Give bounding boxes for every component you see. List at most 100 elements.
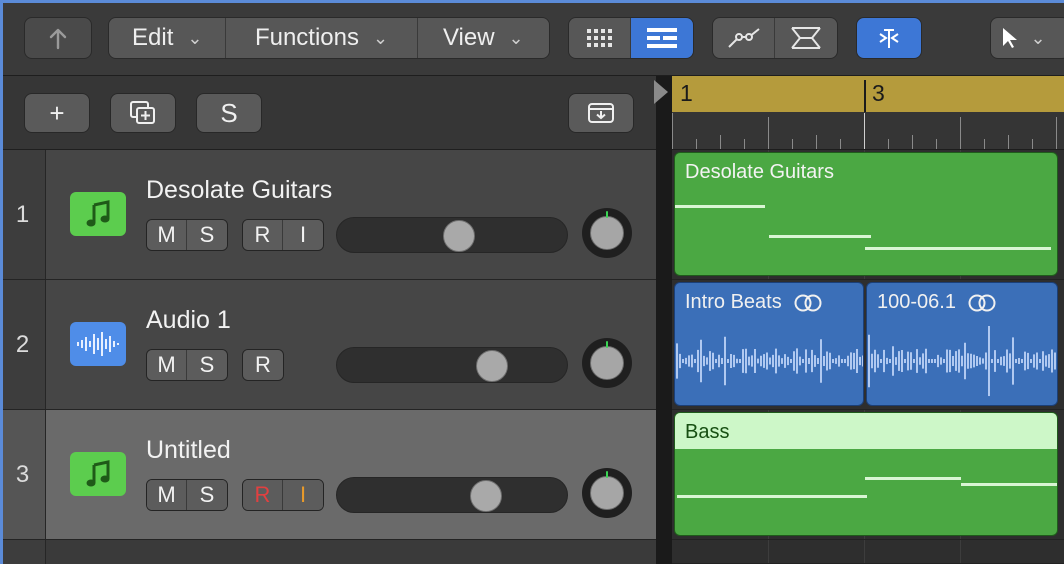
midi-note — [865, 477, 961, 480]
track-icon[interactable] — [70, 452, 126, 496]
pointer-arrow-icon — [1003, 28, 1018, 48]
add-track-button[interactable]: + — [24, 93, 90, 133]
track-lane-1[interactable]: Desolate Guitars — [672, 150, 1064, 280]
solo-button[interactable]: S — [187, 480, 227, 510]
pointer-tool-menu[interactable]: ⌄ — [990, 17, 1064, 59]
midi-note — [961, 483, 1057, 486]
ruler-tick — [1008, 135, 1009, 149]
playhead-marker[interactable] — [654, 80, 668, 104]
track-name[interactable]: Untitled — [146, 436, 231, 465]
chevron-down-icon: ⌄ — [373, 27, 389, 48]
region-header — [675, 413, 1057, 449]
input-monitor-button[interactable]: I — [283, 220, 323, 250]
track-name[interactable]: Desolate Guitars — [146, 176, 332, 205]
track-number: 1 — [0, 150, 46, 279]
track-row-1[interactable]: 1 Desolate Guitars M S R I — [0, 150, 656, 280]
duplicate-track-button[interactable] — [110, 93, 176, 133]
record-enable-button[interactable]: R — [243, 220, 283, 250]
mute-button[interactable]: M — [147, 220, 187, 250]
list-lines-icon — [647, 28, 677, 48]
audio-region[interactable]: Intro Beats — [674, 282, 864, 406]
track-header[interactable]: Audio 1 M S R — [46, 280, 656, 409]
track-header[interactable]: Untitled M S R I — [46, 410, 656, 539]
midi-note — [865, 247, 1051, 250]
track-row-2[interactable]: 2 Audio 1 M S R — [0, 280, 656, 410]
mute-button[interactable]: M — [147, 350, 187, 380]
track-number-empty — [0, 540, 46, 564]
view-menu[interactable]: View ⌄ — [417, 18, 549, 58]
pan-knob-cap — [590, 216, 624, 250]
volume-slider[interactable] — [336, 217, 568, 253]
mute-solo-group: M S — [146, 479, 228, 511]
track-icon[interactable] — [70, 192, 126, 236]
automation-button[interactable] — [713, 18, 776, 58]
volume-slider[interactable] — [336, 477, 568, 513]
midi-region-selected[interactable]: Bass — [674, 412, 1058, 536]
catch-playhead-button[interactable] — [856, 17, 922, 59]
ruler-tick — [912, 135, 913, 149]
functions-menu[interactable]: Functions ⌄ — [226, 18, 418, 58]
timeline-ruler[interactable]: 1 3 — [654, 76, 1064, 150]
edit-menu-label: Edit — [132, 24, 174, 51]
record-enable-button[interactable]: R — [243, 480, 283, 510]
loop-icon — [968, 294, 996, 311]
pan-indicator — [606, 341, 608, 348]
pan-knob[interactable] — [582, 338, 632, 388]
track-lane-3[interactable]: Bass — [672, 410, 1064, 540]
audio-region[interactable]: 100-06.1 — [866, 282, 1058, 406]
audio-waveform — [868, 325, 1056, 397]
ruler-tick — [696, 139, 697, 149]
ruler-tick — [1056, 117, 1057, 149]
ruler-tick — [1032, 139, 1033, 149]
track-lane-empty[interactable] — [672, 540, 1064, 564]
ruler-tick — [768, 117, 769, 149]
track-header[interactable]: Desolate Guitars M S R I — [46, 150, 656, 279]
ruler-tick — [864, 113, 865, 149]
volume-slider[interactable] — [336, 347, 568, 383]
track-number: 3 — [0, 410, 46, 539]
pan-knob[interactable] — [582, 208, 632, 258]
volume-slider-thumb[interactable] — [476, 350, 508, 382]
solo-button[interactable]: S — [187, 350, 227, 380]
midi-note — [675, 205, 765, 208]
track-name[interactable]: Audio 1 — [146, 306, 231, 335]
region-name: 100-06.1 — [877, 291, 956, 313]
track-icon[interactable] — [70, 322, 126, 366]
record-enable-button[interactable]: R — [243, 350, 283, 380]
grid-view-button[interactable] — [569, 18, 632, 58]
edit-menu[interactable]: Edit ⌄ — [109, 18, 227, 58]
cycle-region[interactable]: 1 3 — [672, 76, 1064, 112]
pane-splitter[interactable] — [656, 76, 672, 564]
functions-menu-label: Functions — [254, 24, 360, 51]
ruler-tick — [816, 135, 817, 149]
midi-region[interactable]: Desolate Guitars — [674, 152, 1058, 276]
s-label: S — [220, 97, 238, 128]
solo-button[interactable]: S — [187, 220, 227, 250]
track-header-empty — [46, 540, 656, 564]
track-lane-2[interactable]: Intro Beats 100-06.1 — [672, 280, 1064, 410]
midi-note — [769, 235, 871, 238]
region-header: Intro Beats — [685, 291, 824, 314]
view-menu-label: View — [442, 24, 495, 51]
pan-knob-cap — [590, 346, 624, 380]
back-button[interactable] — [24, 17, 92, 59]
ruler-tick — [960, 117, 961, 149]
volume-slider-thumb[interactable] — [470, 480, 502, 512]
input-monitor-button[interactable]: I — [283, 480, 323, 510]
download-button[interactable] — [568, 93, 634, 133]
pan-knob[interactable] — [582, 468, 632, 518]
waveform-icon — [77, 332, 119, 356]
view-mode-group — [568, 17, 694, 59]
track-row-3[interactable]: 3 Untitled M S R I — [0, 410, 656, 540]
grid-dots-icon — [586, 29, 612, 47]
pan-indicator — [606, 471, 608, 478]
list-view-button[interactable] — [631, 18, 693, 58]
flex-time-button[interactable] — [775, 18, 837, 58]
ruler-tick — [672, 113, 673, 149]
empty-track-row[interactable] — [0, 540, 656, 564]
pan-indicator — [606, 211, 608, 218]
s-button[interactable]: S — [196, 93, 262, 133]
ruler-tick — [744, 139, 745, 149]
mute-button[interactable]: M — [147, 480, 187, 510]
volume-slider-thumb[interactable] — [443, 220, 475, 252]
